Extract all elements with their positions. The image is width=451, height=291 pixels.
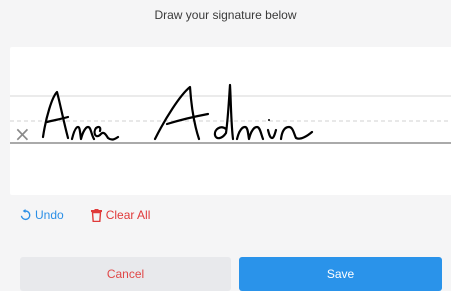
signature-canvas[interactable]: × <box>10 47 451 195</box>
trash-icon <box>90 208 102 222</box>
undo-button[interactable]: Undo <box>20 208 64 222</box>
signature-x-mark: × <box>14 122 31 146</box>
clear-all-button[interactable]: Clear All <box>90 208 151 222</box>
undo-label: Undo <box>35 208 64 222</box>
undo-icon <box>20 209 31 221</box>
clear-all-label: Clear All <box>105 208 151 222</box>
signature-instructions: Draw your signature below <box>154 8 297 22</box>
handwritten-signature <box>41 83 314 141</box>
